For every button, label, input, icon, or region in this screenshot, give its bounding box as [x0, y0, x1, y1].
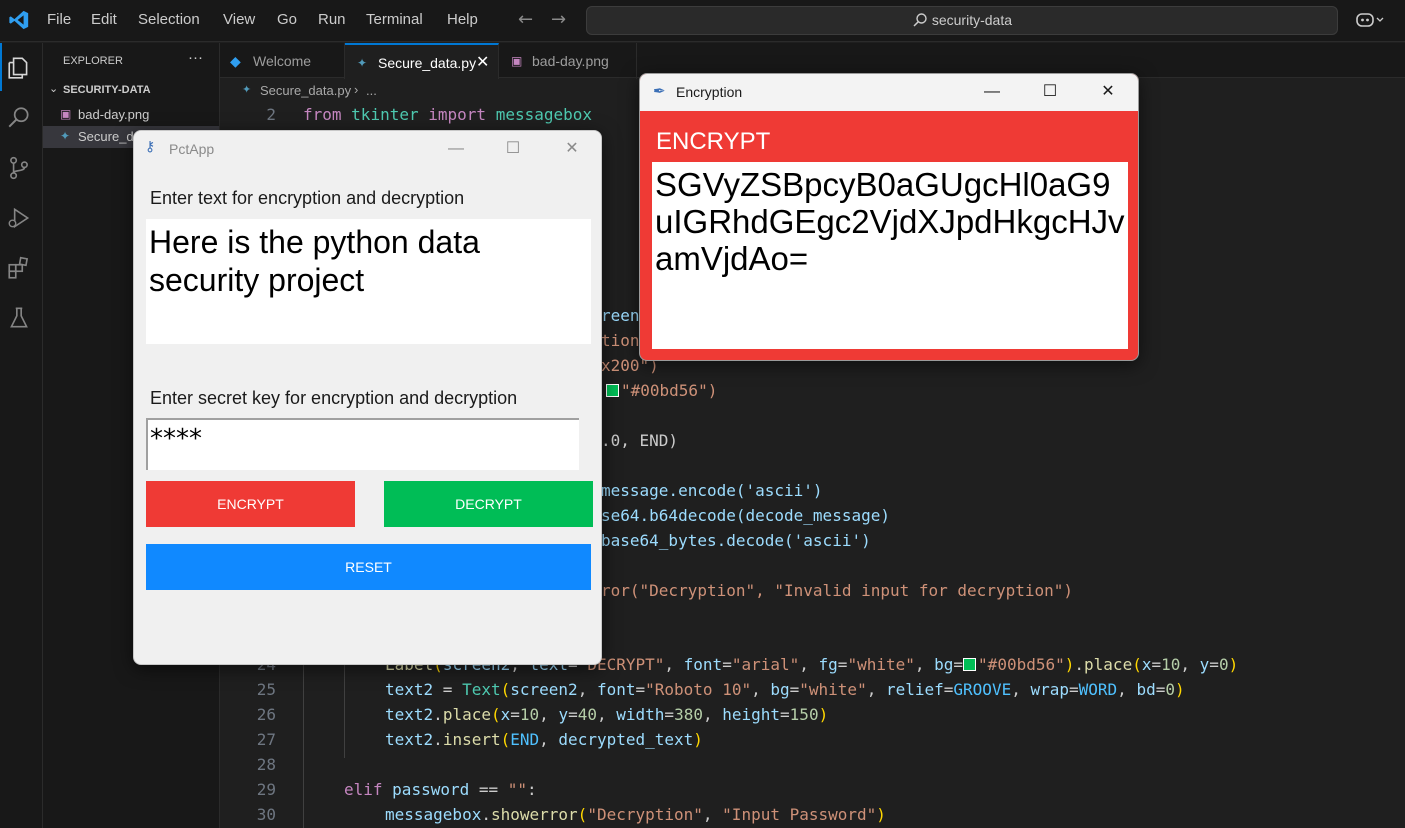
window-title: Encryption — [676, 84, 743, 100]
vscode-logo-icon — [9, 10, 29, 30]
color-swatch — [606, 384, 619, 397]
code-fragment: ror("Decryption", "Invalid input for dec… — [601, 581, 1074, 600]
maximize-icon[interactable]: ☐ — [484, 131, 542, 167]
code-line: text2.place(x=10, y=40, width=380, heigh… — [385, 705, 829, 724]
encrypt-heading: ENCRYPT — [656, 128, 771, 155]
title-bar: File Edit Selection View Go Run Terminal… — [0, 0, 1405, 42]
line-number: 30 — [256, 805, 276, 824]
folder-name[interactable]: SECURITY-DATA — [63, 84, 151, 96]
forward-arrow-icon[interactable]: → — [551, 9, 566, 30]
text-label: Enter text for encryption and decryption — [150, 188, 465, 208]
explorer-title: EXPLORER — [63, 55, 123, 67]
decrypt-button[interactable]: DECRYPT — [384, 481, 593, 527]
breadcrumb-file[interactable]: Secure_data.py — [260, 83, 351, 98]
close-icon[interactable]: ✕ — [543, 131, 601, 167]
close-icon[interactable]: ✕ — [476, 45, 489, 81]
menu-run[interactable]: Run — [318, 11, 346, 28]
chevron-down-icon[interactable]: ⌄ — [49, 82, 58, 95]
explorer-files-icon[interactable] — [6, 55, 32, 81]
menu-go[interactable]: Go — [277, 11, 297, 28]
window-titlebar: ⚷ PctApp — ☐ ✕ — [134, 131, 601, 167]
code-fragment: se64.b64decode(decode_message) — [601, 506, 890, 525]
menu-help[interactable]: Help — [447, 11, 478, 28]
vscode-logo-icon: ◆ — [230, 53, 241, 69]
image-file-icon: ▣ — [60, 107, 72, 121]
code-line: text2.insert(END, decrypted_text) — [385, 730, 703, 749]
line-number: 2 — [266, 105, 276, 124]
encryption-window: ✒ Encryption — ☐ ✕ ENCRYPT SGVyZSBpcyB0a… — [639, 73, 1139, 361]
chevron-right-icon: › — [354, 82, 359, 97]
extensions-icon[interactable] — [6, 255, 32, 281]
app-icon: ⚷ — [145, 139, 156, 155]
line-number: 27 — [256, 730, 276, 749]
code-line: elif password == "": — [344, 780, 537, 799]
tab-bad-day[interactable]: ▣ bad-day.png — [499, 43, 637, 79]
code-fragment: reen — [601, 306, 640, 325]
command-search-box[interactable]: security-data — [586, 6, 1338, 35]
code-fragment: tion — [601, 331, 640, 350]
python-file-icon: ✦ — [60, 129, 71, 143]
menu-file[interactable]: File — [47, 11, 71, 28]
code-fragment: base64_bytes.decode('ascii') — [601, 531, 871, 550]
tab-label: bad-day.png — [532, 53, 609, 69]
close-icon[interactable]: ✕ — [1079, 74, 1137, 110]
window-title: PctApp — [169, 141, 215, 157]
source-control-icon[interactable] — [6, 155, 32, 181]
activity-bar — [0, 43, 43, 828]
search-text: security-data — [931, 12, 1013, 28]
code-fragment: .0, END) — [601, 431, 679, 450]
code-line: from tkinter import messagebox — [303, 105, 593, 124]
testing-flask-icon[interactable] — [6, 305, 32, 331]
file-label: bad-day.png — [78, 107, 150, 122]
tab-secure-data[interactable]: ✦ Secure_data.py ✕ — [345, 43, 499, 79]
code-fragment: message.encode('ascii') — [601, 481, 823, 500]
python-file-icon: ✦ — [357, 56, 368, 70]
feather-icon: ✒ — [653, 82, 666, 100]
file-item-bad-day[interactable]: ▣ bad-day.png — [43, 104, 219, 126]
tab-welcome[interactable]: ◆ Welcome — [220, 43, 345, 79]
secret-key-input[interactable]: **** — [146, 418, 579, 470]
reset-button[interactable]: RESET — [146, 544, 591, 590]
copilot-icon[interactable] — [1355, 10, 1385, 30]
minimize-icon[interactable]: — — [963, 74, 1021, 110]
minimize-icon[interactable]: — — [427, 131, 485, 167]
back-arrow-icon[interactable]: ← — [518, 9, 533, 30]
active-indicator — [0, 43, 2, 91]
menu-view[interactable]: View — [223, 11, 255, 28]
tab-label: Secure_data.py — [378, 55, 477, 71]
search-sidebar-icon[interactable] — [6, 105, 32, 131]
breadcrumb-more[interactable]: ... — [366, 83, 377, 98]
code-fragment: "#00bd56") — [606, 381, 717, 400]
search-icon — [913, 13, 927, 27]
code-line: text2 = Text(screen2, font="Roboto 10", … — [385, 680, 1185, 699]
line-number: 28 — [256, 755, 276, 774]
image-file-icon: ▣ — [511, 54, 523, 68]
encrypted-output[interactable]: SGVyZSBpcyB0aGUgcHl0aG9uIGRhdGEgc2VjdXJp… — [652, 162, 1128, 349]
run-debug-icon[interactable] — [6, 205, 32, 231]
key-label: Enter secret key for encryption and decr… — [150, 388, 518, 408]
tab-label: Welcome — [253, 53, 312, 69]
code-line: messagebox.showerror("Decryption", "Inpu… — [385, 805, 886, 824]
line-number: 29 — [256, 780, 276, 799]
message-textarea[interactable]: Here is the python data security project — [146, 219, 591, 344]
line-number: 25 — [256, 680, 276, 699]
line-number: 26 — [256, 705, 276, 724]
menu-selection[interactable]: Selection — [138, 11, 200, 28]
pctapp-window: ⚷ PctApp — ☐ ✕ Enter text for encryption… — [133, 130, 602, 665]
encrypt-button[interactable]: ENCRYPT — [146, 481, 355, 527]
indent-guide — [303, 643, 304, 828]
menu-terminal[interactable]: Terminal — [366, 11, 423, 28]
menu-edit[interactable]: Edit — [91, 11, 117, 28]
python-file-icon: ✦ — [242, 84, 252, 96]
window-titlebar: ✒ Encryption — ☐ ✕ — [640, 74, 1138, 111]
maximize-icon[interactable]: ☐ — [1021, 74, 1079, 110]
more-actions-icon[interactable]: ··· — [188, 49, 203, 66]
